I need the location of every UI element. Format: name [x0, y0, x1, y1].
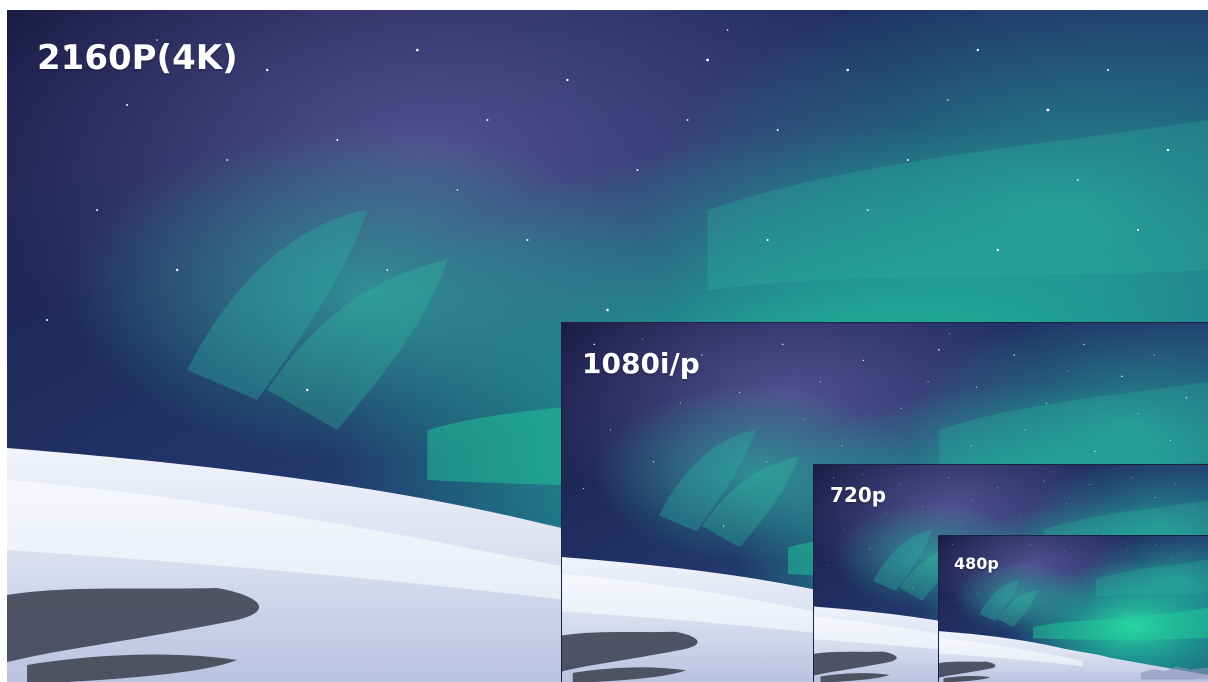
resolution-label-4k: 2160P(4K): [37, 38, 238, 78]
resolution-label-1080: 1080i/p: [582, 347, 700, 380]
resolution-frame-480: 480p: [938, 535, 1208, 682]
resolution-label-720: 720p: [830, 483, 887, 507]
resolution-label-480: 480p: [954, 554, 999, 573]
